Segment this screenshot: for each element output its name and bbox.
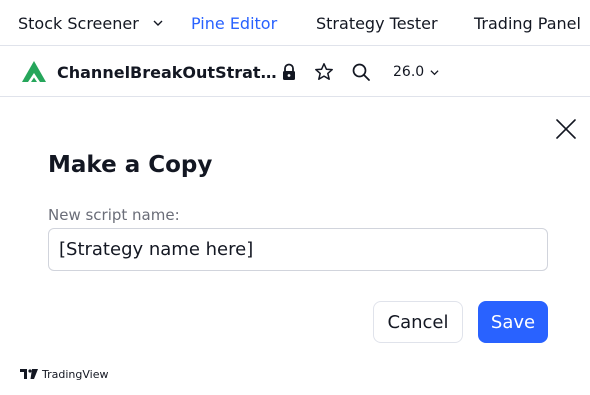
script-name-input[interactable] xyxy=(48,228,548,271)
script-name[interactable]: ChannelBreakOutStrat… xyxy=(57,47,277,97)
dialog-title: Make a Copy xyxy=(48,152,213,178)
script-toolbar: ChannelBreakOutStrat… 26.0 xyxy=(0,47,590,97)
star-icon[interactable] xyxy=(314,62,334,82)
save-button[interactable]: Save xyxy=(478,301,548,343)
tradingview-brand[interactable]: TradingView xyxy=(20,367,108,381)
font-size-dropdown[interactable]: 26.0 xyxy=(393,47,439,97)
tab-stock-screener-label: Stock Screener xyxy=(18,13,139,33)
font-size-value: 26.0 xyxy=(393,64,425,80)
cancel-button[interactable]: Cancel xyxy=(373,301,463,343)
tab-pine-editor[interactable]: Pine Editor xyxy=(191,0,278,45)
tab-strategy-tester[interactable]: Strategy Tester xyxy=(316,0,438,45)
close-icon[interactable] xyxy=(556,119,576,139)
top-tab-bar: Stock Screener Pine Editor Strategy Test… xyxy=(0,0,590,46)
script-logo-icon xyxy=(22,61,46,82)
tradingview-logo-icon xyxy=(20,369,38,379)
lock-icon[interactable] xyxy=(279,62,299,82)
chevron-down-icon[interactable] xyxy=(153,18,163,28)
tab-trading-panel[interactable]: Trading Panel xyxy=(474,0,581,45)
tab-trading-panel-label: Trading Panel xyxy=(474,13,581,33)
tab-strategy-tester-label: Strategy Tester xyxy=(316,13,438,33)
tab-pine-editor-label: Pine Editor xyxy=(191,13,278,33)
script-name-label: New script name: xyxy=(48,206,180,224)
search-icon[interactable] xyxy=(351,62,371,82)
chevron-down-icon xyxy=(430,69,439,75)
tab-stock-screener[interactable]: Stock Screener xyxy=(18,0,163,45)
brand-label: TradingView xyxy=(42,367,109,381)
